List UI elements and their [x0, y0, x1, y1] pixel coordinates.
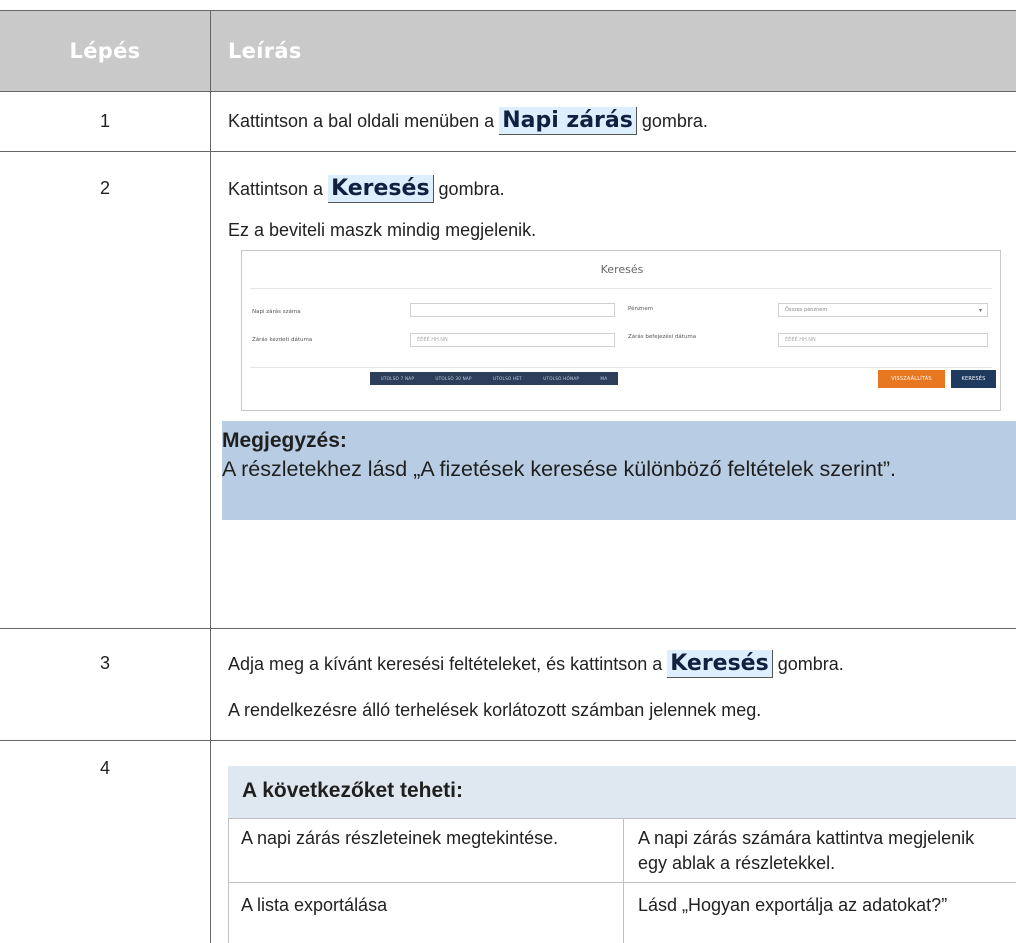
- step-2-text: Kattintson a Keresés gombra.: [228, 175, 505, 203]
- note-body: A részletekhez lásd „A fizetések keresés…: [222, 457, 897, 481]
- step-number-1: 1: [99, 111, 110, 131]
- options-header: A következőket teheti:: [228, 766, 1016, 818]
- note-title: Megjegyzés:: [222, 429, 347, 452]
- search-mask-title: Keresés: [600, 263, 644, 276]
- closing-number-label: Napi zárás száma: [252, 309, 301, 315]
- currency-select[interactable]: Összes pénznem ▾: [778, 303, 988, 317]
- option-how-1: A napi zárás számára kattintva megjeleni…: [638, 828, 975, 873]
- step-3-text-before: Adja meg a kívánt keresési feltételeket,…: [228, 654, 668, 674]
- header-step: Lépés: [69, 38, 141, 63]
- row-divider-1: [0, 91, 1016, 92]
- quick-button-last-7-days[interactable]: UTOLSÓ 7 NAP: [381, 376, 414, 381]
- currency-label: Pénznem: [628, 306, 654, 312]
- chevron-down-icon: ▾: [978, 307, 982, 314]
- start-date-label: Zárás kezdeti dátuma: [252, 337, 313, 343]
- step-3-line2: A rendelkezésre álló terhelések korlátoz…: [228, 700, 762, 720]
- table-top-border: [0, 10, 1016, 11]
- step-1-text: Kattintson a bal oldali menüben a Napi z…: [228, 107, 708, 135]
- search-mask-screenshot: Keresés Napi zárás száma Pénznem Összes …: [241, 250, 1001, 411]
- start-date-placeholder: ÉÉÉÉ.HH.NN: [417, 337, 448, 343]
- column-divider: [210, 10, 211, 943]
- row-divider-3: [0, 628, 1016, 629]
- quick-button-last-30-days[interactable]: UTOLSÓ 30 NAP: [435, 376, 471, 381]
- search-mask-separator-top: [250, 288, 992, 289]
- options-divider-2: [228, 882, 1016, 883]
- header-description: Leírás: [228, 38, 302, 63]
- step-number-2: 2: [99, 178, 110, 198]
- search-mask-separator-bottom: [250, 367, 992, 368]
- step-number-3: 3: [99, 653, 110, 673]
- end-date-placeholder: ÉÉÉÉ.HH.NN: [785, 337, 816, 343]
- options-divider-1: [228, 818, 1016, 819]
- end-date-input[interactable]: ÉÉÉÉ.HH.NN: [778, 333, 988, 347]
- quick-date-bar: UTOLSÓ 7 NAP UTOLSÓ 30 NAP UTOLSÓ HÉT UT…: [370, 372, 618, 385]
- option-action-2: A lista exportálása: [241, 895, 388, 915]
- options-title: A következőket teheti:: [242, 779, 463, 802]
- step-3-text-after: gombra.: [772, 654, 844, 674]
- start-date-input[interactable]: ÉÉÉÉ.HH.NN: [410, 333, 615, 347]
- options-left-border: [228, 818, 229, 943]
- row-divider-2: [0, 151, 1016, 152]
- quick-button-last-month[interactable]: UTOLSÓ HÓNAP: [543, 376, 579, 381]
- end-date-label: Zárás befejezési dátuma: [628, 334, 697, 340]
- closing-number-input[interactable]: [410, 303, 615, 317]
- option-how-2: Lásd „Hogyan exportálja az adatokat?”: [638, 895, 948, 915]
- step-1-text-before: Kattintson a bal oldali menüben a: [228, 111, 500, 131]
- step-number-4: 4: [99, 758, 110, 778]
- step-2-text-before: Kattintson a: [228, 179, 329, 199]
- reset-button[interactable]: VISSZAÁLLÍTÁS: [878, 370, 945, 388]
- step-2-line2: Ez a beviteli maszk mindig megjelenik.: [228, 220, 537, 240]
- kereses-button-ref-2: Keresés: [667, 650, 773, 678]
- step-2-text-after: gombra.: [433, 179, 505, 199]
- row-divider-4: [0, 740, 1016, 741]
- step-3-text: Adja meg a kívánt keresési feltételeket,…: [228, 650, 844, 678]
- kereses-button-ref: Keresés: [328, 175, 434, 203]
- table-header: Lépés Leírás: [0, 10, 1016, 91]
- quick-button-today[interactable]: MA: [600, 376, 607, 381]
- search-button[interactable]: KERESÉS: [951, 370, 996, 388]
- options-column-divider: [623, 818, 624, 943]
- note-box: Megjegyzés: A részletekhez lásd „A fizet…: [222, 421, 1016, 520]
- option-action-1: A napi zárás részleteinek megtekintése.: [241, 828, 559, 848]
- quick-button-last-week[interactable]: UTOLSÓ HÉT: [493, 376, 522, 381]
- step-1-text-after: gombra.: [636, 111, 708, 131]
- currency-select-value: Összes pénznem: [785, 307, 828, 313]
- napi-zaras-button-ref: Napi zárás: [499, 107, 637, 135]
